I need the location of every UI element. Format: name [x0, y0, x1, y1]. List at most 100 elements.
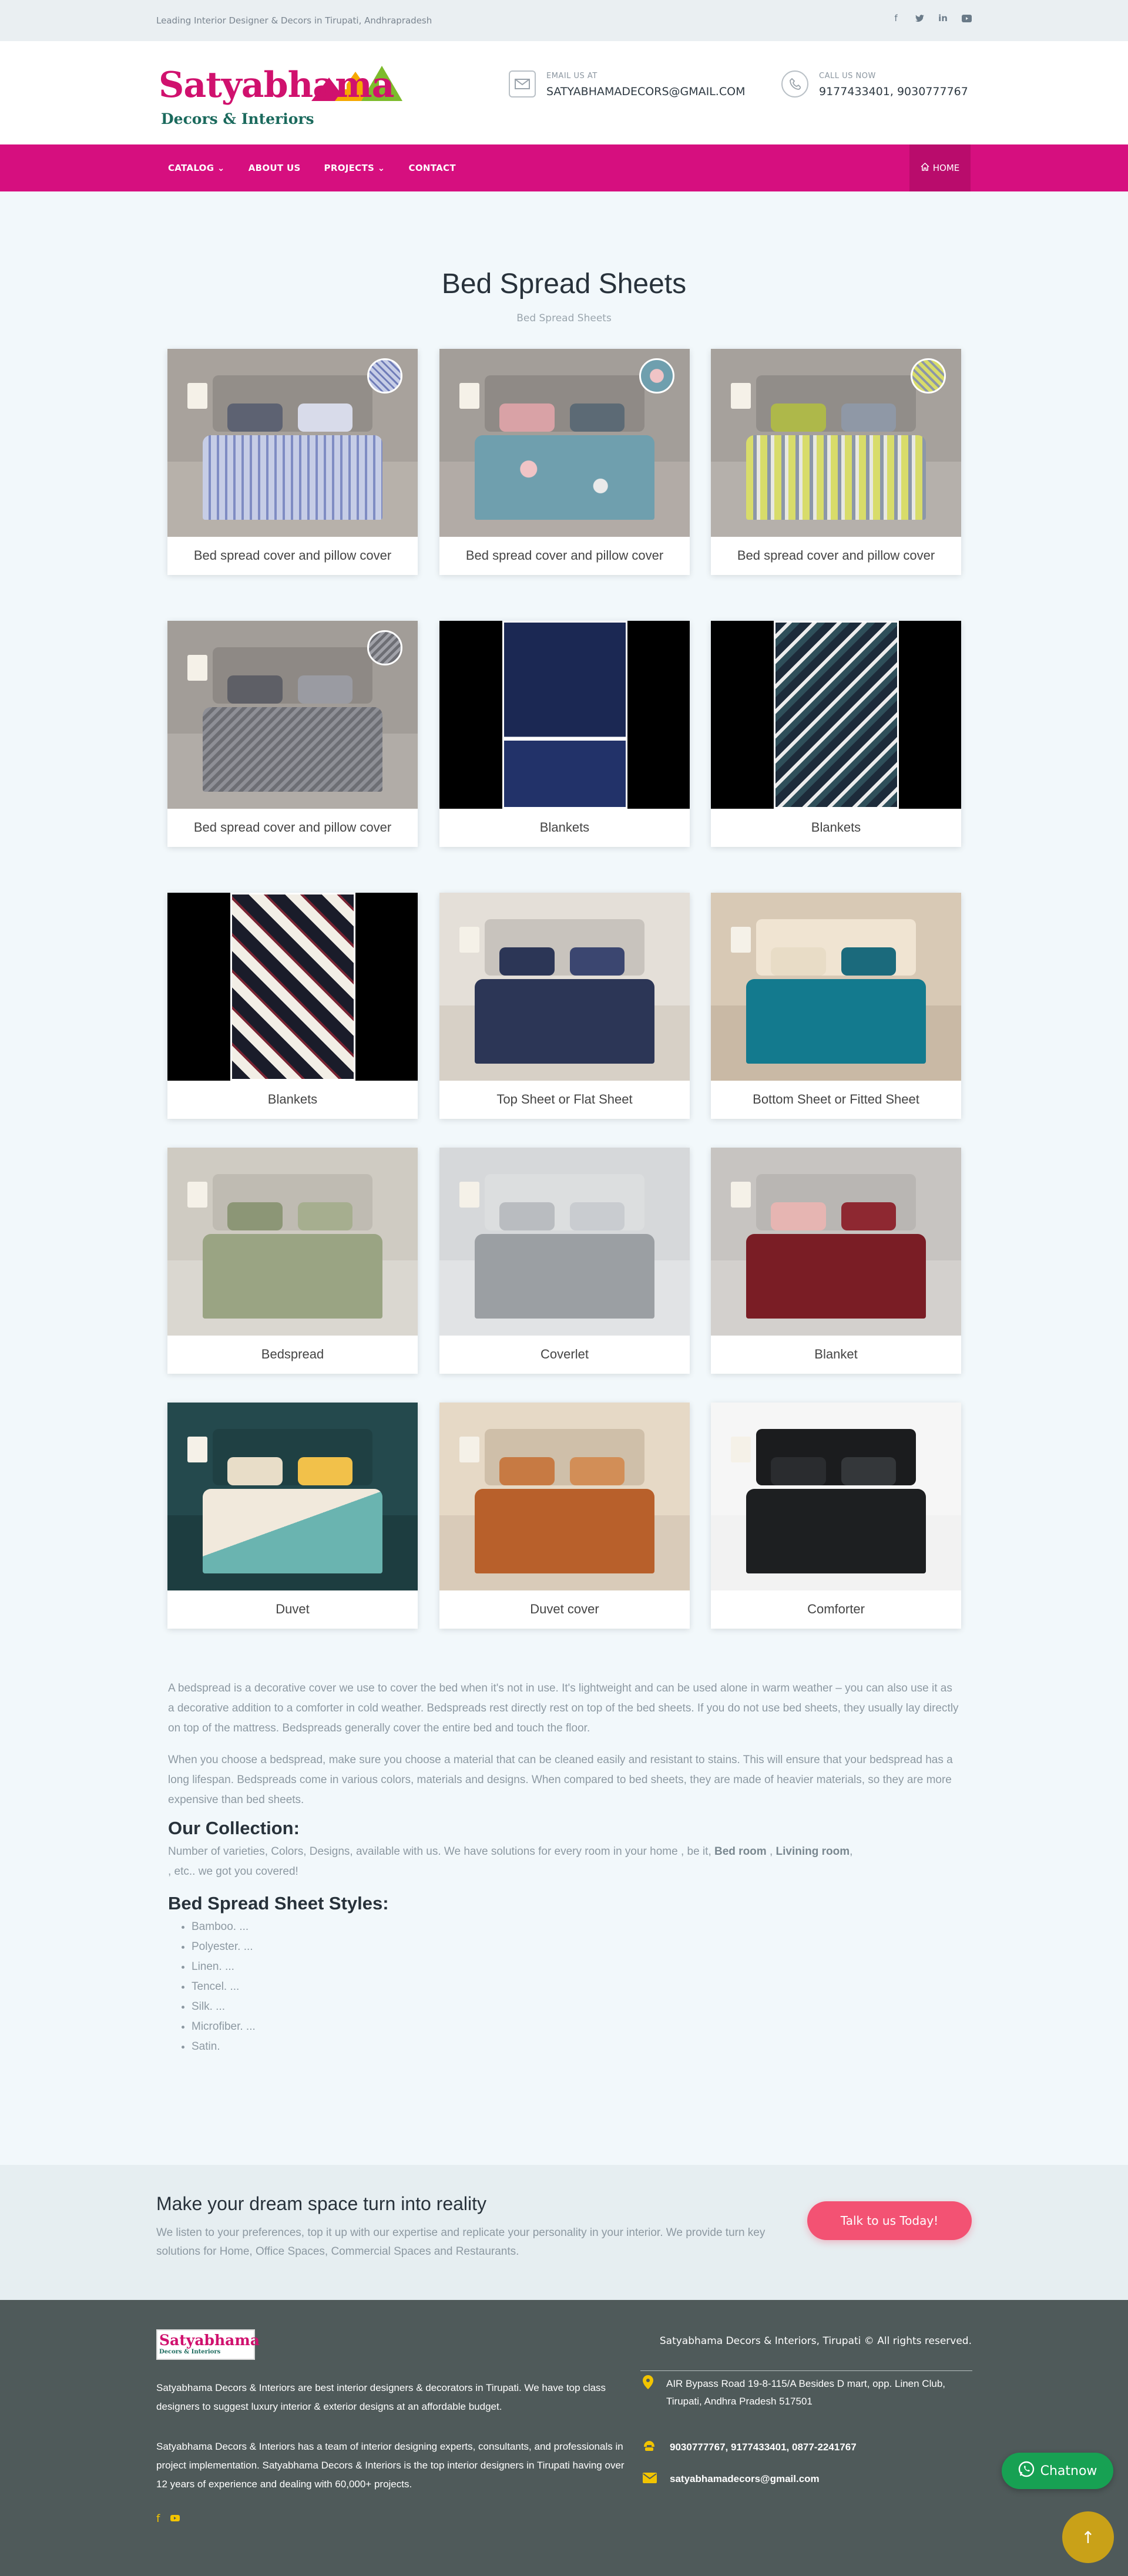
style-list-item: Microfiber. ...: [192, 2017, 961, 2037]
call-label: CALL US NOW: [819, 72, 876, 80]
style-list-item: Bamboo. ...: [192, 1917, 961, 1937]
product-card[interactable]: Duvet cover: [439, 1403, 690, 1629]
style-list-item: Silk. ...: [192, 1997, 961, 2017]
product-card[interactable]: Bottom Sheet or Fitted Sheet: [711, 893, 961, 1119]
product-caption[interactable]: Duvet: [167, 1590, 418, 1629]
product-image[interactable]: [439, 621, 690, 809]
nav-item-projects[interactable]: PROJECTS ⌄: [324, 163, 385, 173]
whatsapp-icon: [1018, 2461, 1035, 2481]
footer-divider: [640, 2370, 972, 2371]
home-icon: [921, 162, 929, 173]
product-caption[interactable]: Blankets: [167, 1081, 418, 1119]
footer-logo[interactable]: Satyabhama Decors & Interiors: [156, 2329, 260, 2360]
page-breadcrumb: Bed Spread Sheets: [516, 312, 612, 324]
product-image[interactable]: [439, 349, 690, 537]
chevron-down-icon: ⌄: [377, 163, 385, 173]
nav-home-button[interactable]: HOME: [909, 144, 971, 191]
footer-about-1: Satyabhama Decors & Interiors are best i…: [156, 2382, 606, 2412]
product-image[interactable]: [167, 349, 418, 537]
collection-text: Number of varieties, Colors, Designs, av…: [168, 1845, 853, 1878]
call-value[interactable]: 9177433401, 9030777767: [819, 85, 968, 98]
envelope-icon: [509, 70, 536, 97]
talk-to-us-button[interactable]: Talk to us Today!: [807, 2201, 972, 2240]
phone-icon: [781, 70, 808, 97]
cta-heading: Make your dream space turn into reality: [156, 2193, 487, 2214]
nav-item-contact[interactable]: CONTACT: [409, 163, 456, 173]
product-caption[interactable]: Bed spread cover and pillow cover: [439, 537, 690, 575]
product-caption[interactable]: Bedspread: [167, 1336, 418, 1374]
product-card[interactable]: Blankets: [711, 621, 961, 847]
product-card[interactable]: Blankets: [439, 621, 690, 847]
product-caption[interactable]: Blankets: [439, 809, 690, 847]
youtube-icon[interactable]: [961, 13, 972, 23]
product-card[interactable]: Comforter: [711, 1403, 961, 1629]
product-caption[interactable]: Bed spread cover and pillow cover: [167, 537, 418, 575]
product-image[interactable]: [167, 893, 418, 1081]
product-image[interactable]: [711, 1148, 961, 1336]
facebook-icon[interactable]: f: [891, 13, 901, 23]
style-list-item: Tencel. ...: [192, 1977, 961, 1997]
youtube-icon[interactable]: [170, 2513, 180, 2525]
social-links: f in: [891, 13, 972, 23]
phone-contact[interactable]: CALL US NOW 9177433401, 9030777767: [781, 70, 968, 98]
product-card[interactable]: Bed spread cover and pillow cover: [167, 349, 418, 575]
linkedin-icon[interactable]: in: [938, 13, 948, 23]
description-section: A bedspread is a decorative cover we use…: [168, 1679, 961, 2057]
product-caption[interactable]: Duvet cover: [439, 1590, 690, 1629]
product-caption[interactable]: Blanket: [711, 1336, 961, 1374]
copyright-text: Satyabhama Decors & Interiors, Tirupati …: [659, 2335, 972, 2347]
product-caption[interactable]: Blankets: [711, 809, 961, 847]
style-list-item: Polyester. ...: [192, 1937, 961, 1957]
top-bar: Leading Interior Designer & Decors in Ti…: [0, 0, 1128, 41]
email-contact[interactable]: EMAIL US AT SATYABHAMADECORS@GMAIL.COM: [509, 70, 745, 98]
product-caption[interactable]: Bed spread cover and pillow cover: [167, 809, 418, 847]
styles-heading: Bed Spread Sheet Styles:: [168, 1893, 389, 1913]
product-card[interactable]: Bed spread cover and pillow cover: [167, 621, 418, 847]
product-card[interactable]: Bed spread cover and pillow cover: [439, 349, 690, 575]
product-card[interactable]: Coverlet: [439, 1148, 690, 1374]
facebook-icon[interactable]: f: [156, 2513, 160, 2525]
email-label: EMAIL US AT: [546, 72, 597, 80]
page-title: Bed Spread Sheets: [441, 268, 687, 300]
product-image[interactable]: [711, 893, 961, 1081]
product-image[interactable]: [167, 1148, 418, 1336]
phone-icon: [643, 2439, 657, 2456]
collection-heading: Our Collection:: [168, 1818, 300, 1838]
product-caption[interactable]: Top Sheet or Flat Sheet: [439, 1081, 690, 1119]
product-caption[interactable]: Bed spread cover and pillow cover: [711, 537, 961, 575]
product-image[interactable]: [167, 621, 418, 809]
nav-item-about[interactable]: ABOUT US: [249, 163, 301, 173]
main-nav: CATALOG ⌄ ABOUT US PROJECTS ⌄ CONTACT HO…: [0, 144, 1128, 191]
product-image[interactable]: [167, 1403, 418, 1590]
chat-now-button[interactable]: Chatnow: [1002, 2453, 1113, 2489]
back-to-top-button[interactable]: ↑: [1062, 2511, 1114, 2563]
product-image[interactable]: [711, 621, 961, 809]
product-image[interactable]: [439, 893, 690, 1081]
arrow-up-icon: ↑: [1081, 2527, 1095, 2547]
product-caption[interactable]: Coverlet: [439, 1336, 690, 1374]
product-caption[interactable]: Bottom Sheet or Fitted Sheet: [711, 1081, 961, 1119]
product-image[interactable]: [439, 1403, 690, 1590]
footer-phones[interactable]: 9030777767, 9177433401, 0877-2241767: [643, 2439, 857, 2456]
product-card[interactable]: Top Sheet or Flat Sheet: [439, 893, 690, 1119]
product-card[interactable]: Duvet: [167, 1403, 418, 1629]
description-paragraph-2: When you choose a bedspread, make sure y…: [168, 1754, 953, 1806]
site-header: Satyabhama Decors & Interiors EMAIL US A…: [0, 41, 1128, 144]
product-card[interactable]: Blankets: [167, 893, 418, 1119]
product-image[interactable]: [711, 349, 961, 537]
map-pin-icon: [643, 2375, 653, 2410]
product-image[interactable]: [439, 1148, 690, 1336]
product-card[interactable]: Blanket: [711, 1148, 961, 1374]
styles-list: Bamboo. ...Polyester. ...Linen. ...Tence…: [168, 1917, 961, 2057]
product-card[interactable]: Bedspread: [167, 1148, 418, 1374]
footer-about-2: Satyabhama Decors & Interiors has a team…: [156, 2441, 625, 2490]
site-tagline: Leading Interior Designer & Decors in Ti…: [156, 15, 432, 26]
nav-item-catalog[interactable]: CATALOG ⌄: [168, 163, 225, 173]
product-card[interactable]: Bed spread cover and pillow cover: [711, 349, 961, 575]
site-logo[interactable]: Satyabhama Decors & Interiors: [159, 65, 405, 129]
email-value[interactable]: SATYABHAMADECORS@GMAIL.COM: [546, 85, 745, 98]
footer-email[interactable]: satyabhamadecors@gmail.com: [643, 2470, 820, 2488]
twitter-icon[interactable]: [914, 13, 925, 23]
product-image[interactable]: [711, 1403, 961, 1590]
product-caption[interactable]: Comforter: [711, 1590, 961, 1629]
